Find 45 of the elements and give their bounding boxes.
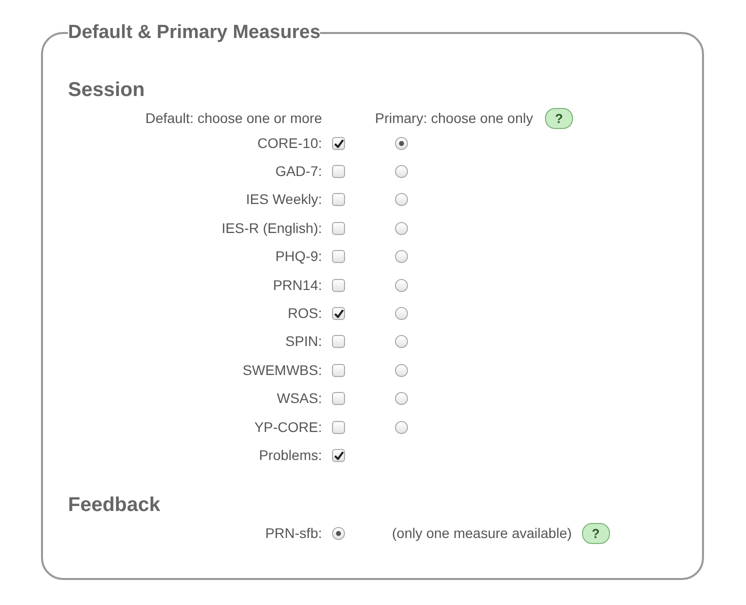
checkbox[interactable] [332,165,345,178]
measure-label: PRN-sfb: [264,524,322,544]
radio-button[interactable] [395,250,408,264]
measure-label: IES-R (English): [220,218,322,238]
checkbox[interactable] [332,193,345,206]
checkbox[interactable] [332,448,345,462]
help-button[interactable]: ? [544,108,573,128]
measure-label: CORE-10: [256,134,322,153]
help-button[interactable]: ? [582,523,610,544]
radio-button[interactable] [395,364,408,377]
radio-button[interactable] [332,527,345,540]
radio-button[interactable] [395,392,408,406]
radio-button[interactable] [395,335,408,348]
radio-button[interactable] [395,136,408,150]
measure-label: SWEMWBS: [242,360,322,380]
radio-button[interactable] [395,307,408,320]
measure-label: WSAS: [276,389,322,408]
measure-label: YP-CORE: [253,418,322,437]
measure-label: PHQ-9: [274,247,322,266]
measure-label: GAD-7: [274,162,322,182]
radio-button[interactable] [395,278,408,292]
radio-button[interactable] [395,193,408,206]
checkbox[interactable] [332,278,345,292]
measure-label: ROS: [286,304,322,324]
checkbox[interactable] [332,222,345,235]
radio-button[interactable] [395,222,408,235]
measure-label: IES Weekly: [245,190,322,210]
section-heading: Session [68,78,146,102]
checkbox[interactable] [332,392,345,406]
panel-title: Default & Primary Measures [68,22,320,44]
measure-label: Problems: [258,446,322,465]
note-text: (only one measure available) [392,524,572,544]
column-header: Primary: choose one only [375,108,533,128]
checkbox[interactable] [332,364,345,377]
radio-button[interactable] [395,165,408,178]
checkbox[interactable] [332,335,345,348]
column-header: Default: choose one or more [144,108,322,128]
radio-button[interactable] [395,420,408,434]
checkbox[interactable] [332,136,345,150]
checkbox[interactable] [332,420,345,434]
measure-label: PRN14: [272,276,322,295]
checkbox[interactable] [332,250,345,264]
checkbox[interactable] [332,307,345,320]
section-heading: Feedback [68,492,162,517]
measure-label: SPIN: [284,332,322,352]
